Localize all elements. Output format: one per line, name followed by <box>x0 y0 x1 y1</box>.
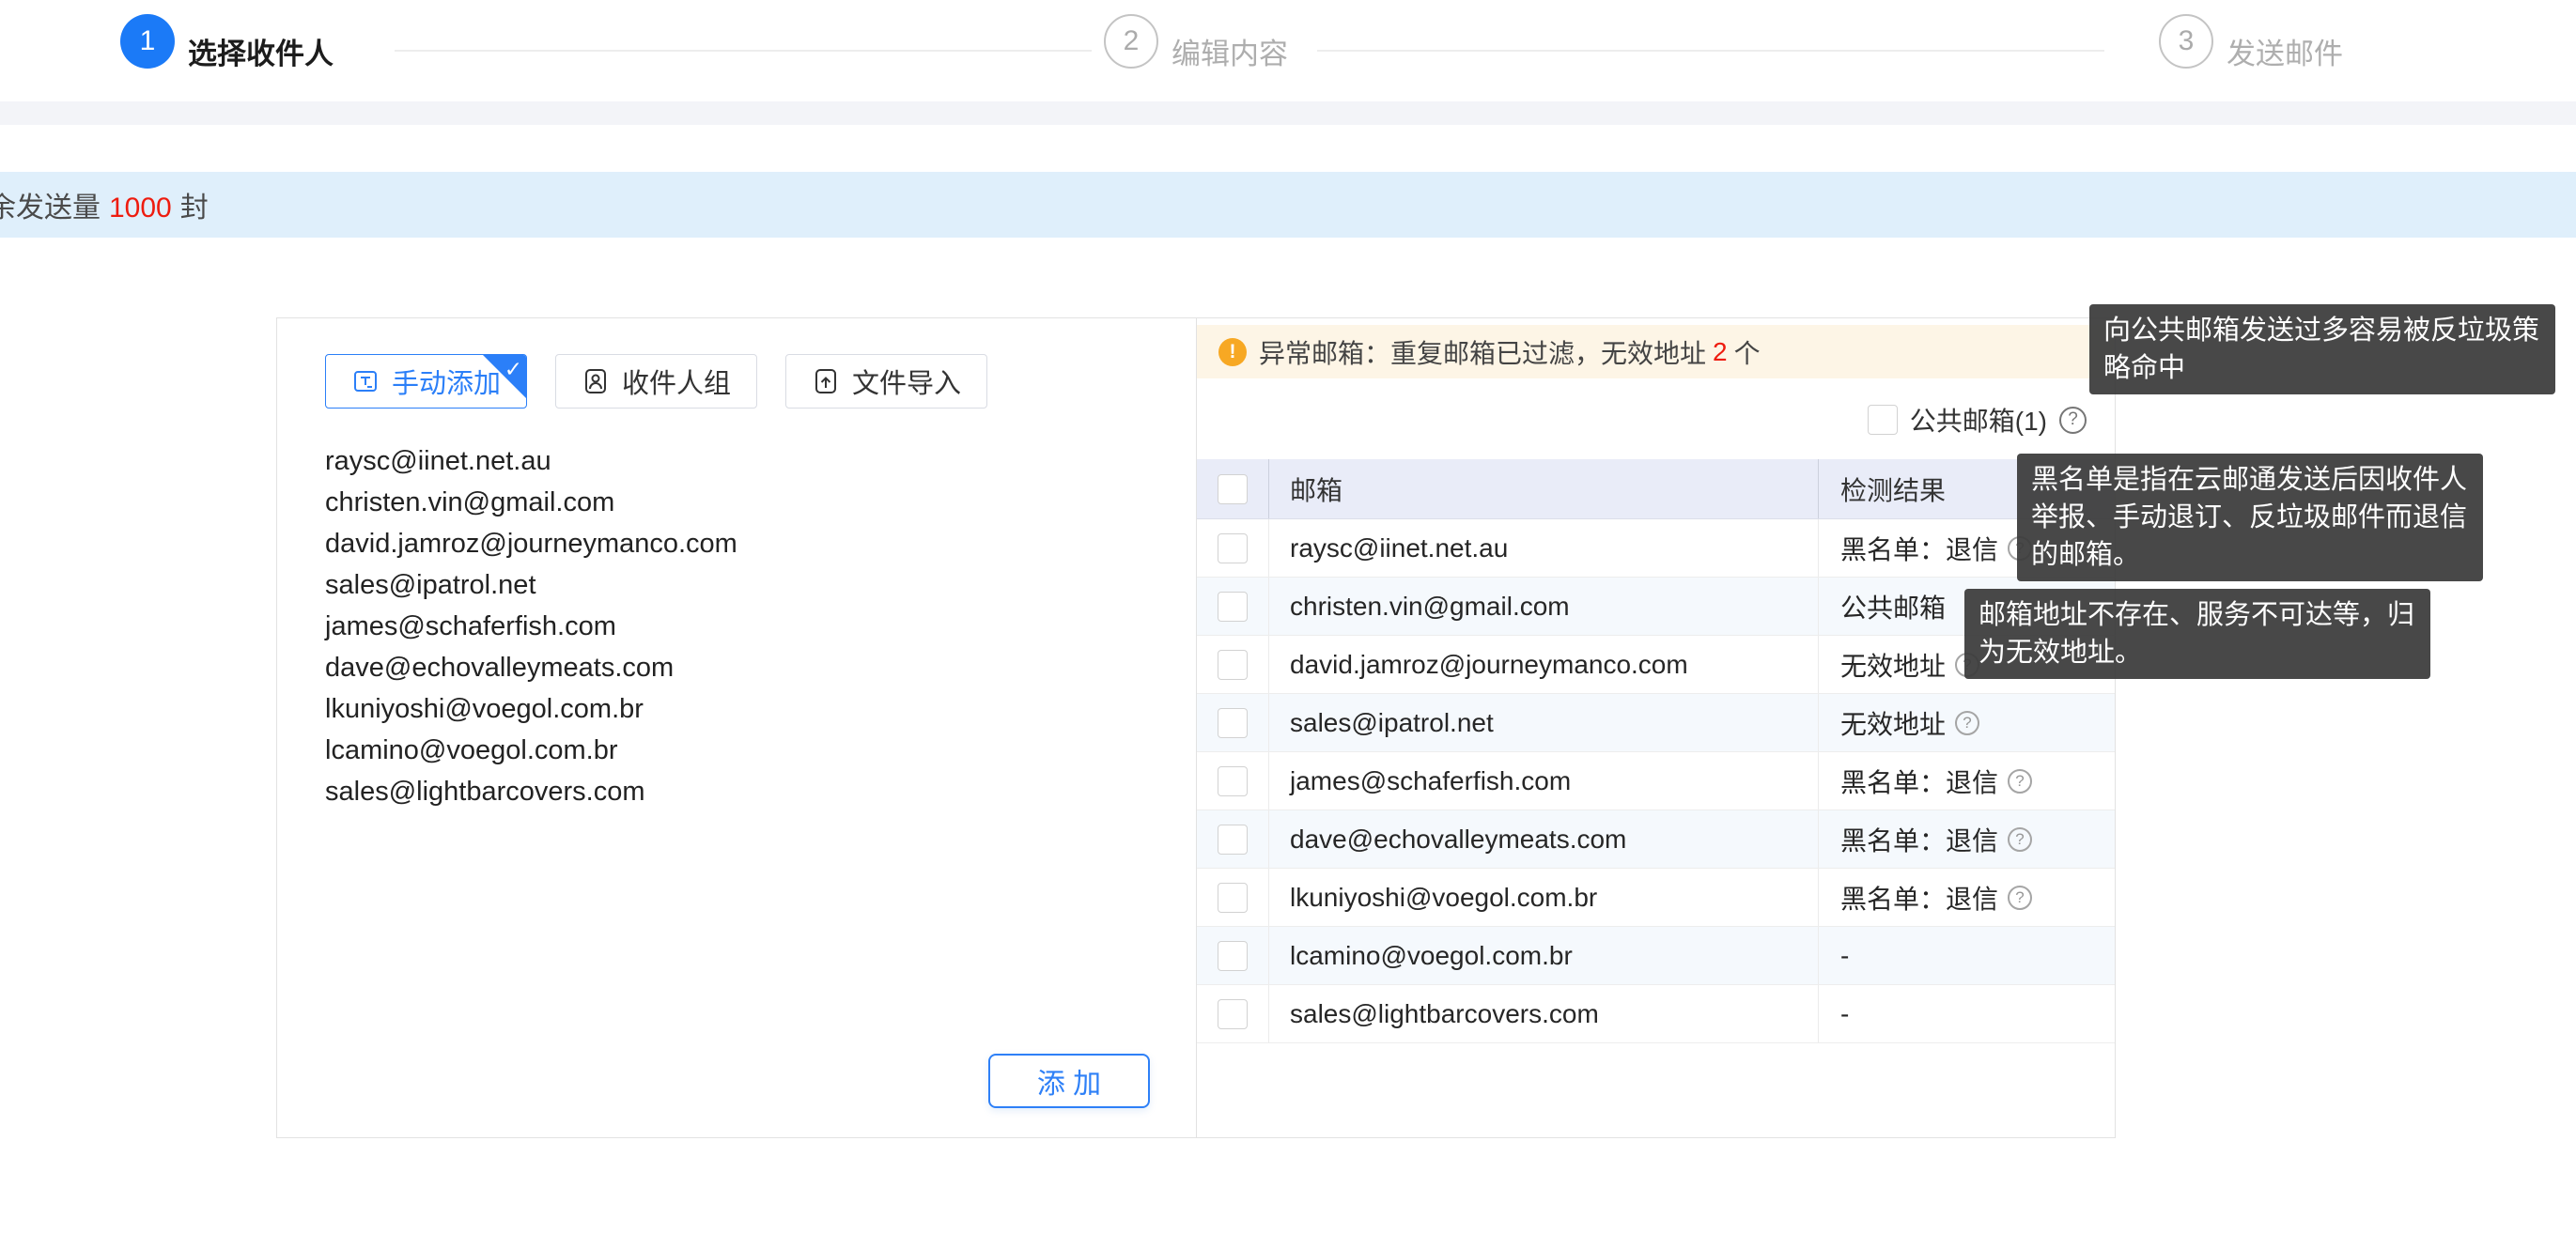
tab-recipient-group[interactable]: 收件人组 <box>555 354 757 409</box>
row-result: - <box>1840 999 1849 1029</box>
row-result: 无效地址 <box>1840 704 1946 742</box>
row-email: lcamino@voegol.com.br <box>1269 927 1819 984</box>
tooltip-blacklist: 黑名单是指在云邮通发送后因收件人举报、手动退订、反垃圾邮件而退信的邮箱。 <box>2017 454 2483 581</box>
row-email: christen.vin@gmail.com <box>1269 578 1819 635</box>
help-icon[interactable]: ? <box>2008 886 2032 910</box>
tooltip-invalid-address: 邮箱地址不存在、服务不可达等，归为无效地址。 <box>1964 589 2430 679</box>
email-line: christen.vin@gmail.com <box>325 482 737 523</box>
file-import-icon <box>812 367 840 395</box>
invalid-count: 2 <box>1713 337 1728 367</box>
email-line: lkuniyoshi@voegol.com.br <box>325 688 737 730</box>
email-line: lcamino@voegol.com.br <box>325 730 737 771</box>
table-row: dave@echovalleymeats.com 黑名单：退信 ? <box>1197 810 2115 869</box>
email-line: sales@lightbarcovers.com <box>325 771 737 812</box>
tab-file-import[interactable]: 文件导入 <box>785 354 987 409</box>
email-line: james@schaferfish.com <box>325 606 737 647</box>
quota-suffix: 封 <box>180 193 209 224</box>
row-checkbox[interactable] <box>1218 941 1248 971</box>
email-line: dave@echovalleymeats.com <box>325 647 737 688</box>
step-1-label: 选择收件人 <box>188 0 334 101</box>
check-icon: ✓ <box>504 357 522 382</box>
quota-prefix: 余发送量 <box>0 193 101 224</box>
public-mailbox-label: 公共邮箱(1) <box>1910 401 2047 439</box>
alert-icon: ! <box>1218 338 1247 366</box>
table-row: lcamino@voegol.com.br - <box>1197 927 2115 985</box>
row-result: 无效地址 <box>1840 646 1946 684</box>
tab-file-import-label: 文件导入 <box>852 362 961 401</box>
row-email: dave@echovalleymeats.com <box>1269 810 1819 868</box>
row-email: raysc@iinet.net.au <box>1269 519 1819 577</box>
help-icon[interactable]: ? <box>2059 407 2087 434</box>
row-result: 黑名单：退信 <box>1840 821 1998 858</box>
email-line: sales@ipatrol.net <box>325 564 737 606</box>
table-row: james@schaferfish.com 黑名单：退信 ? <box>1197 752 2115 810</box>
table-row: sales@lightbarcovers.com - <box>1197 985 2115 1043</box>
public-mailbox-checkbox[interactable] <box>1868 405 1898 435</box>
public-mailbox-filter-row: 公共邮箱(1) ? <box>1868 403 2087 437</box>
warning-suffix: 个 <box>1734 333 1761 371</box>
quota-value: 1000 <box>109 193 172 224</box>
table-row: raysc@iinet.net.au 黑名单：退信 ? <box>1197 519 2115 578</box>
step-3-label: 发送邮件 <box>2227 0 2343 101</box>
recipient-panel: 手动添加 ✓ 收件人组 文件导入 ray <box>276 317 2116 1138</box>
row-email: david.jamroz@journeymanco.com <box>1269 636 1819 693</box>
step-1-circle: 1 <box>120 14 175 69</box>
row-checkbox[interactable] <box>1218 766 1248 796</box>
help-icon[interactable]: ? <box>1955 711 1979 735</box>
email-line: david.jamroz@journeymanco.com <box>325 523 737 564</box>
row-checkbox[interactable] <box>1218 825 1248 855</box>
row-result: 黑名单：退信 <box>1840 879 1998 917</box>
manual-email-input-area[interactable]: raysc@iinet.net.au christen.vin@gmail.co… <box>325 440 737 812</box>
step-indicator: 1 选择收件人 2 编辑内容 3 发送邮件 <box>0 0 2576 101</box>
detection-section: ! 异常邮箱：重复邮箱已过滤，无效地址 2 个 公共邮箱(1) ? 邮箱 检测结… <box>1197 318 2115 1137</box>
help-icon[interactable]: ? <box>2008 827 2032 852</box>
table-header: 邮箱 检测结果 <box>1197 459 2115 519</box>
step-connector <box>1317 50 2104 52</box>
email-line: raysc@iinet.net.au <box>325 440 737 482</box>
tab-manual-add[interactable]: 手动添加 ✓ <box>325 354 527 409</box>
row-checkbox[interactable] <box>1218 999 1248 1029</box>
row-email: sales@ipatrol.net <box>1269 694 1819 751</box>
header-divider-strip <box>0 101 2576 125</box>
row-email: sales@lightbarcovers.com <box>1269 985 1819 1042</box>
recipient-group-icon <box>582 367 610 395</box>
table-row: lkuniyoshi@voegol.com.br 黑名单：退信 ? <box>1197 869 2115 927</box>
select-all-checkbox[interactable] <box>1218 474 1248 504</box>
email-column-header: 邮箱 <box>1269 459 1819 518</box>
detection-table: 邮箱 检测结果 raysc@iinet.net.au 黑名单：退信 ? chri… <box>1197 459 2115 1043</box>
abnormal-mailbox-warning: ! 异常邮箱：重复邮箱已过滤，无效地址 2 个 <box>1197 325 2115 378</box>
row-checkbox[interactable] <box>1218 533 1248 563</box>
step-2-circle: 2 <box>1104 14 1158 69</box>
manual-add-icon <box>351 367 380 395</box>
row-email: james@schaferfish.com <box>1269 752 1819 810</box>
row-checkbox[interactable] <box>1218 592 1248 622</box>
add-mode-tabs: 手动添加 ✓ 收件人组 文件导入 <box>325 354 987 409</box>
table-row: sales@ipatrol.net 无效地址 ? <box>1197 694 2115 752</box>
step-2-label: 编辑内容 <box>1172 0 1288 101</box>
row-result: 公共邮箱 <box>1840 588 1946 625</box>
row-result: 黑名单：退信 <box>1840 763 1998 800</box>
warning-text: 异常邮箱：重复邮箱已过滤，无效地址 <box>1259 333 1706 371</box>
row-checkbox[interactable] <box>1218 650 1248 680</box>
row-checkbox[interactable] <box>1218 883 1248 913</box>
add-button[interactable]: 添 加 <box>988 1054 1150 1108</box>
step-connector <box>395 50 1092 52</box>
row-email: lkuniyoshi@voegol.com.br <box>1269 869 1819 926</box>
row-result: 黑名单：退信 <box>1840 530 1998 567</box>
row-checkbox[interactable] <box>1218 708 1248 738</box>
row-result: - <box>1840 941 1849 971</box>
step-3-circle: 3 <box>2159 14 2213 69</box>
help-icon[interactable]: ? <box>2008 769 2032 794</box>
quota-notice-bar: 余发送量 1000 封 <box>0 172 2576 238</box>
tab-recipient-group-label: 收件人组 <box>622 362 731 401</box>
tooltip-public-mailbox: 向公共邮箱发送过多容易被反垃圾策略命中 <box>2089 304 2555 394</box>
